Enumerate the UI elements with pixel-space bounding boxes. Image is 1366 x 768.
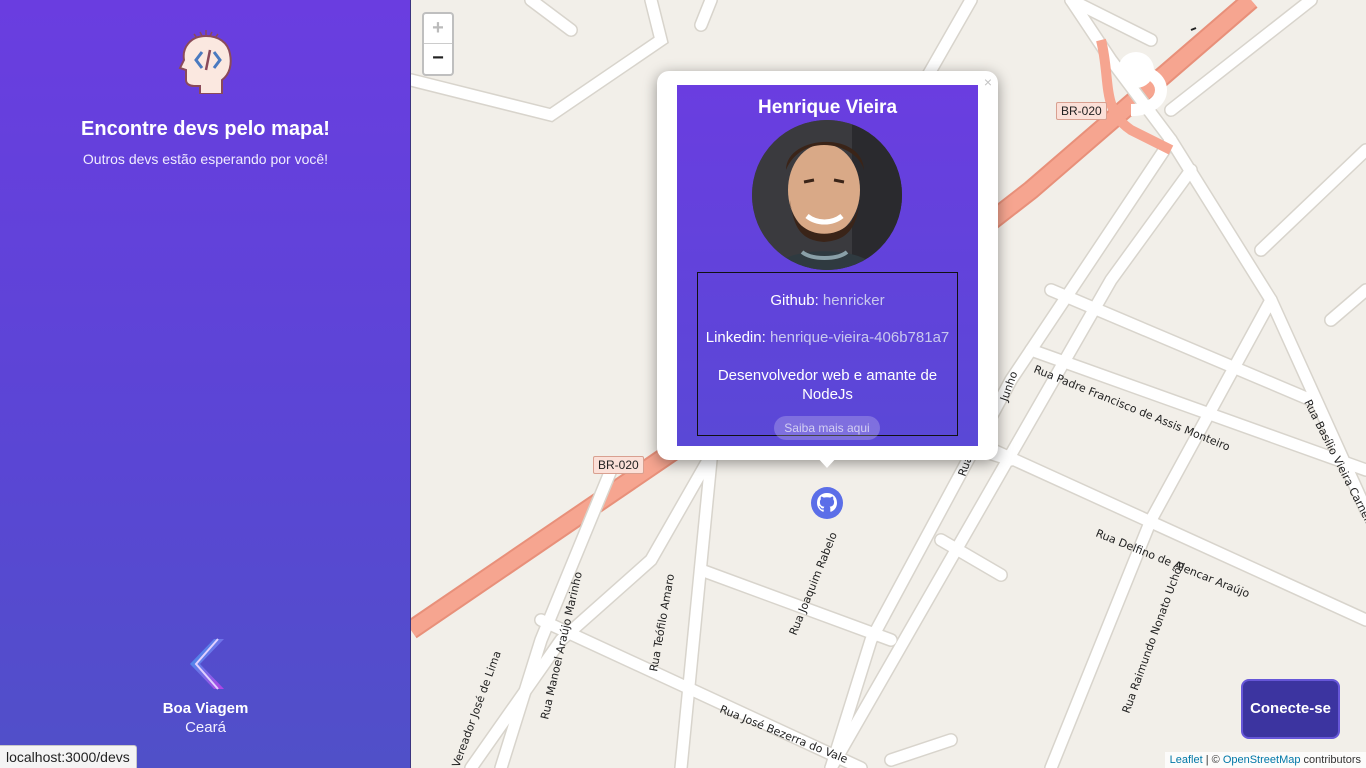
- chevron-left-icon[interactable]: [184, 637, 228, 691]
- linkedin-row: Linkedin: henrique-vieira-406b781a7: [698, 329, 957, 346]
- connect-button[interactable]: Conecte-se: [1241, 679, 1340, 739]
- attribution-separator: | ©: [1202, 754, 1223, 766]
- more-info-button[interactable]: Saiba mais aqui: [774, 416, 880, 440]
- dev-card: Henrique Vieira Github: henricker Linked…: [677, 85, 978, 446]
- github-label: Github:: [770, 292, 819, 309]
- sidebar-subtitle: Outros devs estão esperando por você!: [82, 151, 329, 167]
- dev-popup: × Henrique Vieira Github: henricker Link…: [657, 71, 998, 460]
- github-row: Github: henricker: [698, 292, 957, 309]
- linkedin-link[interactable]: henrique-vieira-406b781a7: [770, 329, 949, 346]
- popup-tip: [816, 456, 838, 468]
- github-link[interactable]: henricker: [823, 292, 885, 309]
- highway-shield: BR-020: [1056, 102, 1107, 120]
- attribution-suffix: contributors: [1300, 754, 1361, 766]
- street-label: Rua José Bezerra do Vale: [718, 703, 850, 766]
- sidebar: Encontre devs pelo mapa! Outros devs est…: [0, 0, 411, 768]
- location-city: Boa Viagem: [162, 700, 249, 717]
- popup-close-button[interactable]: ×: [984, 74, 992, 90]
- avatar: [752, 120, 902, 270]
- zoom-control: + −: [422, 12, 454, 76]
- osm-link[interactable]: OpenStreetMap: [1223, 754, 1301, 766]
- leaflet-link[interactable]: Leaflet: [1170, 754, 1203, 766]
- zoom-out-button[interactable]: −: [424, 44, 452, 74]
- street-label: Rua Teófilo Amaro: [647, 573, 677, 673]
- head-code-icon: [178, 30, 232, 94]
- map-attribution: Leaflet | © OpenStreetMap contributors: [1164, 752, 1366, 768]
- dev-name: Henrique Vieira: [757, 97, 898, 118]
- dev-info-box: Github: henricker Linkedin: henrique-vie…: [697, 272, 958, 436]
- sidebar-title: Encontre devs pelo mapa!: [81, 118, 330, 140]
- dev-bio: Desenvolvedor web e amante de NodeJs: [717, 367, 938, 403]
- linkedin-label: Linkedin:: [705, 329, 766, 346]
- status-bar-url: localhost:3000/devs: [0, 745, 137, 768]
- zoom-in-button[interactable]: +: [424, 14, 452, 44]
- location-state: Ceará: [185, 719, 226, 736]
- map[interactable]: Rua Padre Francisco de Assis Monteiro Ru…: [411, 0, 1366, 768]
- github-icon[interactable]: [811, 487, 843, 519]
- highway-shield: BR-020: [593, 456, 644, 474]
